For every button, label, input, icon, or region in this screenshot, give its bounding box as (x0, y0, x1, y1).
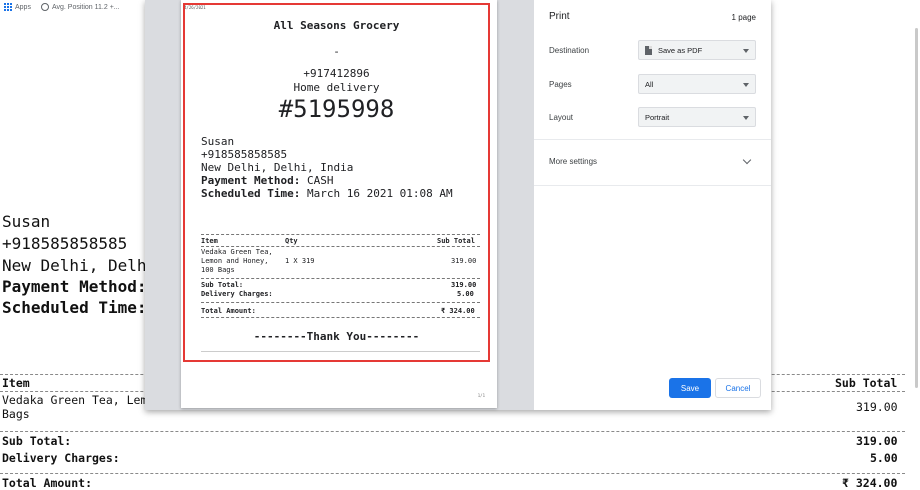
item-name-line2: Lemon and Honey, (201, 257, 269, 265)
dropdown-arrow-icon (743, 83, 749, 87)
col-item: Item (201, 237, 218, 245)
bg-divider (0, 431, 905, 432)
customer-name: Susan (201, 135, 235, 148)
dropdown-arrow-icon (743, 116, 749, 120)
pages-value: All (645, 79, 654, 89)
print-settings-panel: Print 1 page Destination Save as PDF Pag… (534, 0, 771, 410)
receipt-divider (201, 234, 480, 235)
destination-value: Save as PDF (658, 45, 703, 55)
page-scrollbar[interactable] (915, 28, 918, 388)
receipt-divider (201, 246, 480, 247)
customer-phone: +918585858585 (201, 148, 288, 161)
customer-address: New Delhi, Delhi, India (201, 161, 354, 174)
bg-customer-name: Susan (2, 212, 51, 231)
scheduled-time-label: Scheduled Time: (201, 187, 301, 200)
destination-label: Destination (549, 46, 590, 55)
delivery-mode: Home delivery (293, 81, 380, 94)
bg-item-name-line2: Bags (2, 407, 30, 421)
receipt-divider (201, 278, 480, 279)
delivery-charges-value: 5.00 (457, 290, 474, 298)
store-phone: +917412896 (303, 67, 370, 80)
print-dialog: 4/26/2021 All Seasons Grocery - +9174128… (145, 0, 771, 410)
item-name-line3: 100 Bags (201, 266, 235, 274)
file-icon (645, 45, 652, 55)
layout-label: Layout (549, 113, 574, 122)
layout-select[interactable]: Portrait (638, 107, 756, 127)
scheduled-time-value: March 16 2021 01:08 AM (306, 187, 453, 200)
print-title: Print (549, 11, 570, 22)
bg-subtotal-label: Sub Total: (2, 434, 72, 448)
preview-page-number: 1/1 (477, 393, 485, 398)
delivery-charges-label: Delivery Charges: (201, 290, 273, 298)
store-separator: - (333, 45, 340, 58)
payment-method-label: Payment Method: (201, 174, 301, 187)
col-qty: Qty (285, 237, 298, 245)
subtotal-value: 319.00 (451, 281, 477, 289)
settings-divider (534, 185, 771, 186)
page-count: 1 page (731, 13, 756, 22)
bg-delivery-value: 5.00 (870, 451, 898, 465)
item-qty: 1 X 319 (285, 257, 315, 265)
print-preview-page: 4/26/2021 All Seasons Grocery - +9174128… (181, 0, 497, 408)
item-subtotal: 319.00 (451, 257, 477, 265)
bg-scheduled-label: Scheduled Time: (2, 298, 147, 317)
pages-select[interactable]: All (638, 74, 756, 94)
payment-method: Payment Method: CASH (201, 174, 333, 187)
subtotal-label: Sub Total: (201, 281, 244, 289)
scheduled-time: Scheduled Time: March 16 2021 01:08 AM (201, 187, 453, 200)
save-button[interactable]: Save (669, 378, 711, 398)
bg-col-subtotal: Sub Total (835, 376, 898, 390)
bg-item-name-line1: Vedaka Green Tea, Lemo (2, 393, 155, 407)
bg-item-subtotal: 319.00 (856, 400, 898, 414)
chevron-down-icon[interactable] (742, 155, 752, 165)
bg-col-item: Item (2, 376, 30, 390)
payment-method-value: CASH (306, 174, 334, 187)
receipt-highlight-box: All Seasons Grocery - +917412896 Home de… (183, 3, 490, 362)
cancel-button[interactable]: Cancel (715, 378, 761, 398)
thank-you-message: --------Thank You-------- (253, 330, 420, 343)
receipt-divider (201, 351, 480, 352)
total-amount-value: ₹ 324.00 (441, 307, 475, 315)
bg-customer-phone: +918585858585 (2, 234, 128, 253)
bg-total-label: Total Amount: (2, 476, 93, 490)
bg-total-value: ₹ 324.00 (842, 476, 898, 490)
bg-divider (0, 473, 905, 474)
dropdown-arrow-icon (743, 49, 749, 53)
store-name: All Seasons Grocery (273, 19, 400, 32)
pages-label: Pages (549, 80, 572, 89)
order-number: #5195998 (278, 95, 395, 123)
bg-customer-address: New Delhi, Delh (2, 256, 147, 275)
bg-payment-method-label: Payment Method: (2, 277, 147, 296)
receipt-divider (201, 302, 480, 303)
settings-divider (534, 139, 771, 140)
bg-delivery-label: Delivery Charges: (2, 451, 120, 465)
layout-value: Portrait (645, 112, 670, 122)
destination-select[interactable]: Save as PDF (638, 40, 756, 60)
receipt-divider (201, 317, 480, 318)
more-settings-toggle[interactable]: More settings (549, 157, 597, 166)
print-preview-area: 4/26/2021 All Seasons Grocery - +9174128… (145, 0, 534, 410)
col-subtotal: Sub Total (437, 237, 475, 245)
bg-subtotal-value: 319.00 (856, 434, 898, 448)
item-name-line1: Vedaka Green Tea, (201, 248, 273, 256)
total-amount-label: Total Amount: (201, 307, 256, 315)
